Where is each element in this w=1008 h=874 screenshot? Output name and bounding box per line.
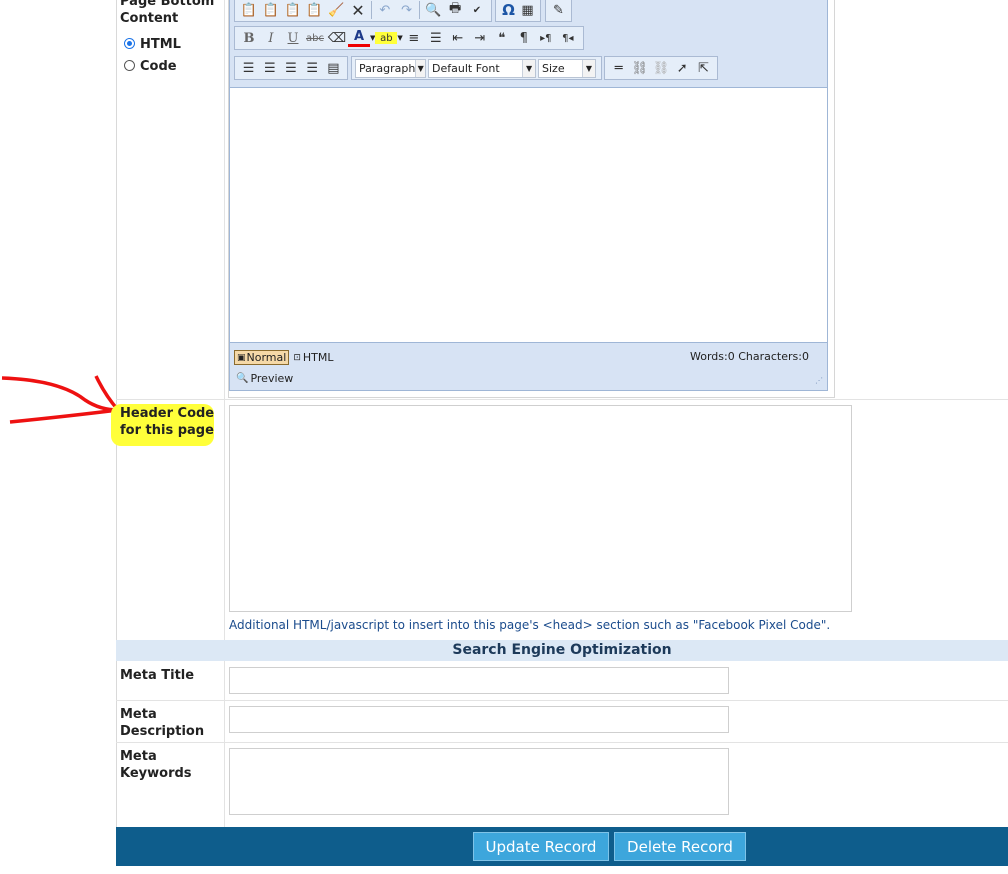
- align-justify-icon[interactable]: ☰: [302, 58, 323, 78]
- toolbar-separator: [419, 1, 421, 19]
- chevron-down-icon: ▼: [415, 59, 425, 77]
- find-icon[interactable]: 🔍: [422, 0, 444, 20]
- radio-html-checked-icon[interactable]: [124, 38, 135, 49]
- toolbar-formatting: B I U abc ⌫ A ▼ ab ▼ ≡ ☰ ⇤ ⇥ ❝ ¶ ▸¶ ¶◂: [234, 26, 584, 50]
- align-left-icon[interactable]: ☰: [238, 58, 259, 78]
- radio-code-icon[interactable]: [124, 60, 135, 71]
- normal-mode-icon: ▣: [237, 352, 246, 363]
- bold-icon[interactable]: B: [238, 28, 260, 48]
- paste-special-icon[interactable]: 📋: [303, 0, 325, 20]
- meta-keywords-label: Meta Keywords: [120, 749, 192, 781]
- magnifier-icon: 🔍: [236, 373, 249, 384]
- horizontal-rule-icon[interactable]: ═: [608, 58, 629, 78]
- header-code-textarea[interactable]: [229, 405, 852, 612]
- align-center-icon[interactable]: ☰: [259, 58, 280, 78]
- toolbar-clipboard: 📋 📋 📋 📋 🧹 ✕ ↶ ↷ 🔍 🖶 ✔: [234, 0, 492, 22]
- unordered-list-icon[interactable]: ☰: [425, 28, 447, 48]
- chevron-down-icon: ▼: [522, 59, 536, 77]
- paragraph-icon[interactable]: ¶: [513, 28, 535, 48]
- clean-icon[interactable]: 🧹: [325, 0, 347, 20]
- meta-description-input[interactable]: [229, 706, 729, 733]
- paste-icon[interactable]: 📋: [238, 0, 260, 20]
- update-record-button[interactable]: Update Record: [473, 832, 609, 861]
- mode-code-radio[interactable]: Code: [124, 59, 177, 74]
- row-divider: [116, 742, 1008, 743]
- arrow-lower-stroke: [9, 408, 119, 424]
- row-divider: [116, 399, 1008, 400]
- link-icon[interactable]: ⛓: [629, 58, 650, 78]
- align-right-icon[interactable]: ☰: [280, 58, 301, 78]
- toolbar-misc: ═ ⛓ ⛓ ➚ ⇱: [604, 56, 718, 80]
- meta-title-input[interactable]: [229, 667, 729, 694]
- cut-icon[interactable]: ✕: [347, 0, 369, 20]
- spellcheck-icon[interactable]: ✔: [466, 0, 488, 20]
- html-mode-icon: ⊡: [293, 352, 301, 363]
- header-code-hint: Additional HTML/javascript to insert int…: [229, 618, 831, 632]
- undo-icon[interactable]: ↶: [374, 0, 396, 20]
- red-arrow-annotation: [1, 375, 120, 424]
- toolbar-font-selects: Paragraph ▼ Default Font ▼ Size ▼: [351, 56, 602, 80]
- seo-section-header: Search Engine Optimization: [116, 640, 1008, 661]
- word-count: Words:0 Characters:0: [690, 350, 809, 363]
- editor-content-area[interactable]: [229, 87, 828, 343]
- edit-icon[interactable]: ✎: [549, 0, 568, 20]
- font-size-select[interactable]: Size ▼: [538, 58, 596, 78]
- header-code-label: Header Code for this page: [120, 406, 215, 438]
- toolbar-edit: ✎: [545, 0, 572, 22]
- italic-icon[interactable]: I: [260, 28, 282, 48]
- align-full-icon[interactable]: ▤: [323, 58, 344, 78]
- mode-html-radio[interactable]: HTML: [124, 37, 181, 52]
- tab-normal[interactable]: ▣ Normal: [234, 350, 290, 365]
- paste-text-icon[interactable]: 📋: [260, 0, 282, 20]
- resize-grip-icon[interactable]: ⋰: [815, 376, 823, 385]
- page-bottom-content-label: Page Bottom Content: [120, 0, 215, 26]
- outdent-icon[interactable]: ⇤: [447, 28, 469, 48]
- cursor-add-icon[interactable]: ➚: [672, 58, 693, 78]
- eraser-icon[interactable]: ⌫: [326, 28, 348, 48]
- print-icon[interactable]: 🖶: [444, 0, 466, 20]
- font-name-select[interactable]: Default Font ▼: [428, 58, 537, 78]
- ltr-icon[interactable]: ▸¶: [535, 28, 557, 48]
- meta-keywords-textarea[interactable]: [229, 748, 729, 815]
- redo-icon[interactable]: ↷: [396, 0, 418, 20]
- meta-description-label: Meta Description: [120, 707, 205, 739]
- font-color-icon[interactable]: A: [348, 29, 370, 47]
- highlight-icon[interactable]: ab: [375, 32, 398, 44]
- tab-html[interactable]: ⊡ HTML: [293, 351, 333, 364]
- indent-icon[interactable]: ⇥: [469, 28, 491, 48]
- paste-word-icon[interactable]: 📋: [282, 0, 304, 20]
- toolbar-insert: Ω ▦: [495, 0, 541, 22]
- table-icon[interactable]: ▦: [518, 0, 537, 20]
- ordered-list-icon[interactable]: ≡: [403, 28, 425, 48]
- tab-preview[interactable]: 🔍 Preview: [236, 372, 293, 385]
- row-divider: [116, 700, 1008, 701]
- editor-mode-tabs: ▣ Normal ⊡ HTML: [234, 350, 334, 365]
- unlink-icon[interactable]: ⛓: [650, 58, 671, 78]
- cursor-select-icon[interactable]: ⇱: [693, 58, 714, 78]
- meta-title-label: Meta Title: [120, 668, 195, 683]
- toolbar-align: ☰ ☰ ☰ ☰ ▤: [234, 56, 348, 80]
- toolbar-separator: [370, 1, 372, 19]
- blockquote-icon[interactable]: ❝: [491, 28, 513, 48]
- strikethrough-icon[interactable]: abc: [304, 28, 326, 48]
- rtl-icon[interactable]: ¶◂: [557, 28, 579, 48]
- underline-icon[interactable]: U: [282, 28, 304, 48]
- delete-record-button[interactable]: Delete Record: [614, 832, 746, 861]
- chevron-down-icon: ▼: [582, 59, 595, 77]
- block-format-select[interactable]: Paragraph ▼: [355, 58, 426, 78]
- special-char-icon[interactable]: Ω: [499, 0, 518, 20]
